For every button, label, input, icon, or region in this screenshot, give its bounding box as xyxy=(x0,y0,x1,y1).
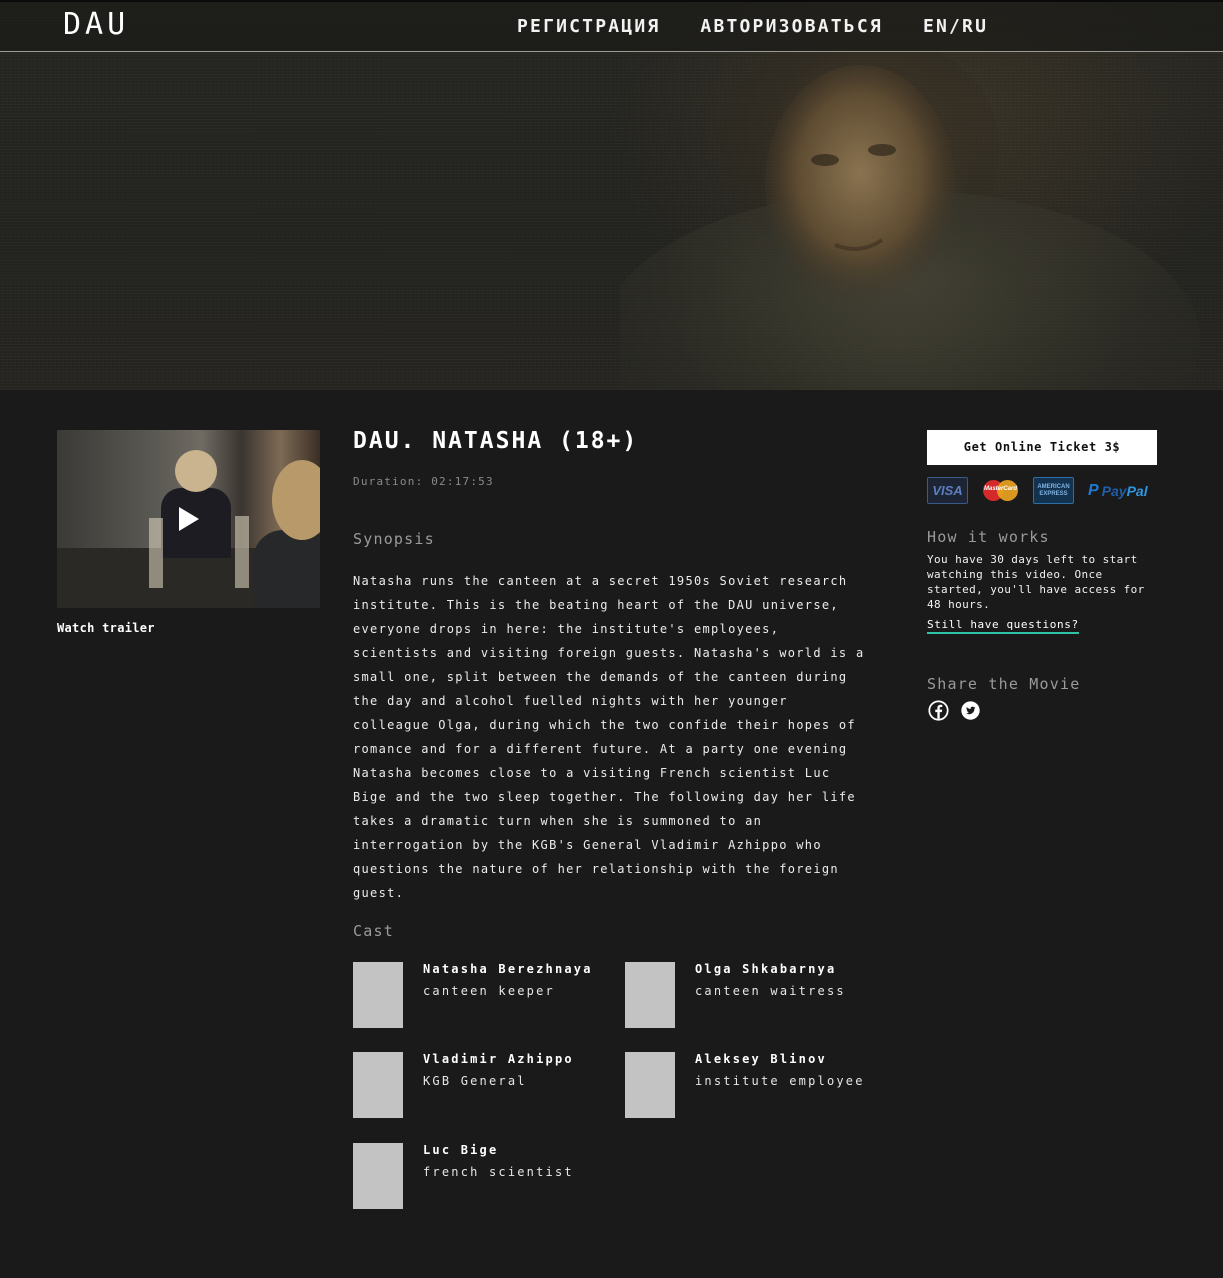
trailer-scene-figure-2 xyxy=(253,530,320,608)
trailer-scene-glass-2 xyxy=(235,516,249,588)
cast-role: institute employee xyxy=(695,1074,865,1088)
cast-name: Aleksey Blinov xyxy=(695,1052,827,1066)
watch-trailer-link[interactable]: Watch trailer xyxy=(57,621,155,635)
trailer-scene-face xyxy=(175,450,217,492)
hero-banner xyxy=(0,0,1223,390)
cast-member: Aleksey Blinov institute employee xyxy=(625,1052,885,1118)
synopsis-heading: Synopsis xyxy=(353,530,435,548)
visa-icon: VISA xyxy=(927,477,968,504)
cast-role: french scientist xyxy=(423,1165,574,1179)
still-have-questions-link[interactable]: Still have questions? xyxy=(927,618,1079,634)
get-ticket-button[interactable]: Get Online Ticket 3$ xyxy=(927,430,1157,465)
cast-photo-placeholder xyxy=(353,962,403,1028)
cast-member: Natasha Berezhnaya canteen keeper xyxy=(353,962,613,1028)
cast-name: Luc Bige xyxy=(423,1143,499,1157)
movie-duration: Duration: 02:17:53 xyxy=(353,475,494,488)
cast-role: canteen waitress xyxy=(695,984,846,998)
nav-register-link[interactable]: РЕГИСТРАЦИЯ xyxy=(517,16,660,37)
payment-methods: VISA MasterCard AMERICAN EXPRESS P PayPal xyxy=(927,477,1148,504)
trailer-scene-face-2 xyxy=(272,460,320,540)
how-it-works-heading: How it works xyxy=(927,528,1050,546)
cast-name: Natasha Berezhnaya xyxy=(423,962,593,976)
share-heading: Share the Movie xyxy=(927,675,1081,693)
cast-photo-placeholder xyxy=(625,962,675,1028)
synopsis-text: Natasha runs the canteen at a secret 195… xyxy=(353,574,865,900)
twitter-icon[interactable] xyxy=(960,700,981,721)
cast-photo-placeholder xyxy=(353,1052,403,1118)
cast-photo-placeholder xyxy=(353,1143,403,1209)
cast-photo-placeholder xyxy=(625,1052,675,1118)
facebook-icon[interactable] xyxy=(928,700,949,721)
site-logo[interactable]: DAU xyxy=(63,7,129,42)
language-switch-link[interactable]: EN/RU xyxy=(923,16,988,37)
share-icons xyxy=(928,700,981,721)
cast-member: Olga Shkabarnya canteen waitress xyxy=(625,962,885,1028)
amex-icon: AMERICAN EXPRESS xyxy=(1033,477,1074,504)
paypal-icon: P PayPal xyxy=(1088,481,1148,499)
top-nav-bar: DAU РЕГИСТРАЦИЯ АВТОРИЗОВАТЬСЯ EN/RU xyxy=(0,0,1223,52)
mastercard-icon: MasterCard xyxy=(980,477,1021,504)
cast-role: KGB General xyxy=(423,1074,527,1088)
cast-name: Vladimir Azhippo xyxy=(423,1052,574,1066)
how-it-works-text: You have 30 days left to start watching … xyxy=(927,553,1145,611)
play-icon[interactable] xyxy=(179,507,199,531)
hero-still-image xyxy=(620,40,1200,390)
cast-member: Luc Bige french scientist xyxy=(353,1143,613,1209)
main-nav: РЕГИСТРАЦИЯ АВТОРИЗОВАТЬСЯ EN/RU xyxy=(517,16,988,37)
cast-member: Vladimir Azhippo KGB General xyxy=(353,1052,613,1118)
movie-title: DAU. NATASHA (18+) xyxy=(353,428,639,454)
cast-heading: Cast xyxy=(353,922,394,940)
cast-role: canteen keeper xyxy=(423,984,555,998)
cast-name: Olga Shkabarnya xyxy=(695,962,837,976)
trailer-scene-glass xyxy=(149,518,163,588)
nav-login-link[interactable]: АВТОРИЗОВАТЬСЯ xyxy=(700,16,883,37)
